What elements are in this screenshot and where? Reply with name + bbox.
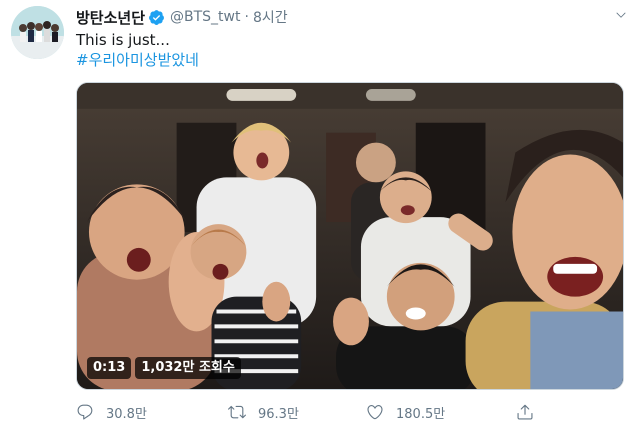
- hashtag-link[interactable]: #우리아미상받았네: [76, 50, 199, 70]
- tweet-card[interactable]: 방탄소년단 @BTS_twt · 8시간 This is just... #우리…: [0, 0, 644, 431]
- video-view-count: 1,032만 조회수: [135, 357, 241, 379]
- verified-badge-icon: [149, 9, 164, 25]
- separator-dot: ·: [244, 9, 249, 25]
- reply-button[interactable]: 30.8만: [76, 398, 147, 426]
- video-player[interactable]: 0:13 1,032만 조회수: [76, 82, 624, 390]
- like-button[interactable]: 180.5만: [366, 398, 445, 426]
- reply-count: 30.8만: [106, 406, 147, 422]
- timestamp[interactable]: 8시간: [253, 7, 288, 27]
- reply-icon: [77, 404, 93, 420]
- like-count: 180.5만: [396, 406, 446, 422]
- video-duration: 0:13: [87, 357, 132, 379]
- tweet-text: This is just...: [76, 31, 170, 49]
- share-icon: [517, 404, 533, 420]
- tweet-header: 방탄소년단 @BTS_twt · 8시간: [76, 7, 604, 27]
- tweet-actions: 30.8만 96.3만 180.5만: [76, 398, 546, 426]
- retweet-count: 96.3만: [258, 406, 299, 422]
- retweet-button[interactable]: 96.3만: [228, 398, 299, 426]
- display-name[interactable]: 방탄소년단: [76, 7, 145, 28]
- avatar[interactable]: [11, 6, 64, 59]
- share-button[interactable]: [516, 398, 546, 426]
- retweet-icon: [228, 405, 246, 419]
- handle[interactable]: @BTS_twt: [170, 9, 240, 25]
- avatar-image: [11, 6, 64, 59]
- chevron-down-icon[interactable]: [614, 8, 628, 22]
- video-frame: [77, 83, 623, 389]
- video-overlay: 0:13 1,032만 조회수: [87, 357, 241, 379]
- heart-icon: [367, 405, 383, 420]
